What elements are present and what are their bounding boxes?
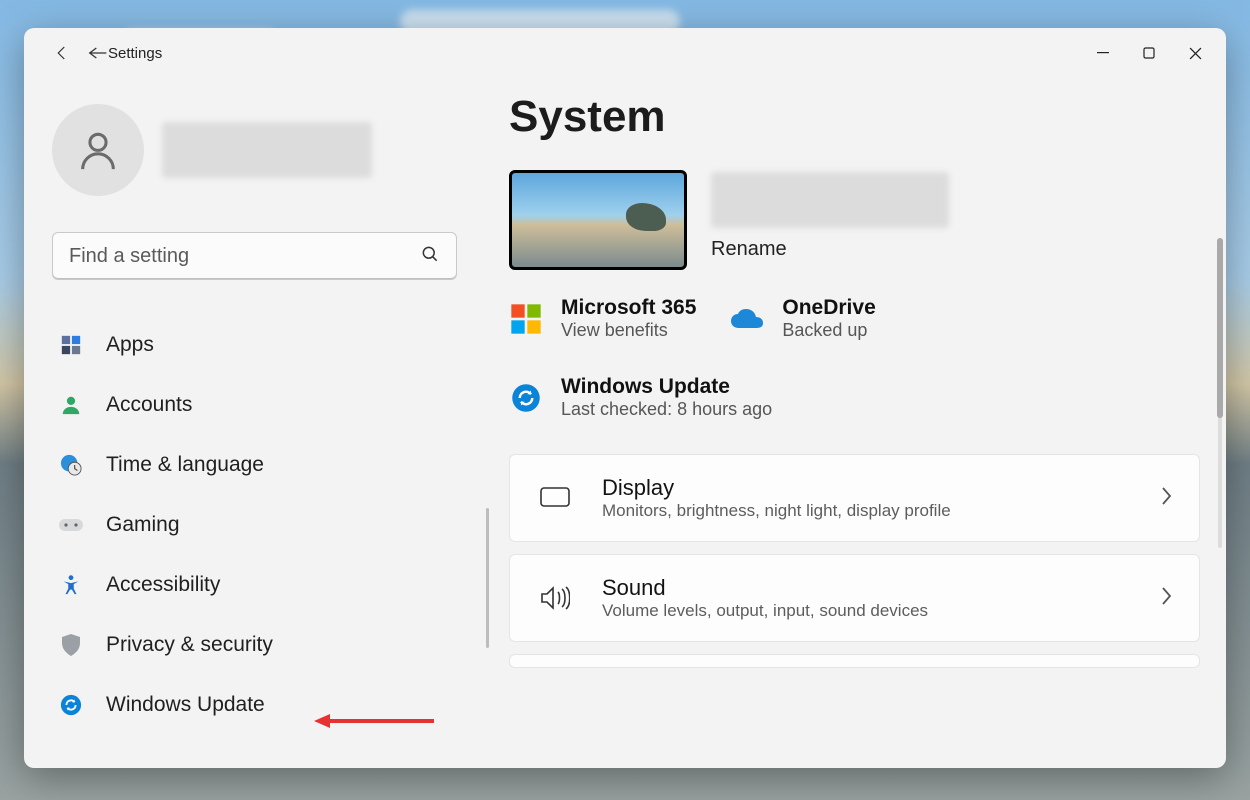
maximize-button[interactable]: [1126, 37, 1172, 69]
setting-sound[interactable]: Sound Volume levels, output, input, soun…: [509, 554, 1200, 642]
rename-link[interactable]: Rename: [711, 238, 949, 261]
search-box[interactable]: [52, 232, 457, 280]
app-title: Settings: [108, 45, 162, 62]
onedrive-icon: [730, 302, 764, 336]
card-microsoft365[interactable]: Microsoft 365 View benefits: [509, 296, 696, 341]
nav-label: Gaming: [106, 513, 180, 537]
search-icon: [420, 244, 440, 269]
device-thumbnail[interactable]: [509, 170, 687, 270]
setting-subtitle: Monitors, brightness, night light, displ…: [602, 501, 1131, 521]
nav-label: Privacy & security: [106, 633, 273, 657]
user-name-redacted: [162, 122, 372, 178]
page-heading: System: [509, 92, 1200, 142]
nav-label: Windows Update: [106, 693, 265, 717]
globe-clock-icon: [58, 452, 84, 478]
minimize-button[interactable]: [1080, 37, 1126, 69]
sidebar-item-time-language[interactable]: Time & language: [52, 438, 471, 492]
setting-subtitle: Volume levels, output, input, sound devi…: [602, 601, 1131, 621]
sidebar-item-apps[interactable]: Apps: [52, 318, 471, 372]
card-onedrive[interactable]: OneDrive Backed up: [730, 296, 875, 341]
microsoft-logo-icon: [509, 302, 543, 336]
card-title: Microsoft 365: [561, 296, 696, 320]
avatar: [52, 104, 144, 196]
device-row: Rename: [509, 170, 1200, 270]
sidebar-item-accessibility[interactable]: Accessibility: [52, 558, 471, 612]
accessibility-icon: [58, 572, 84, 598]
card-title: OneDrive: [782, 296, 875, 320]
sidebar-item-windows-update[interactable]: Windows Update: [52, 678, 471, 732]
setting-title: Display: [602, 475, 1131, 501]
card-subtitle: View benefits: [561, 320, 696, 341]
gamepad-icon: [58, 512, 84, 538]
apps-icon: [58, 332, 84, 358]
update-sync-icon: [58, 692, 84, 718]
settings-window: Settings: [24, 28, 1226, 768]
nav-label: Time & language: [106, 453, 264, 477]
setting-partial[interactable]: [509, 654, 1200, 668]
chevron-right-icon: [1159, 486, 1173, 511]
profile-block[interactable]: [52, 104, 471, 196]
card-subtitle: Backed up: [782, 320, 875, 341]
setting-display[interactable]: Display Monitors, brightness, night ligh…: [509, 454, 1200, 542]
setting-title: Sound: [602, 575, 1131, 601]
titlebar: Settings: [24, 28, 1226, 78]
main-scrollbar-thumb[interactable]: [1217, 238, 1223, 418]
chevron-right-icon: [1159, 586, 1173, 611]
nav-list: Apps Accounts Time & language: [52, 318, 471, 732]
nav-label: Accessibility: [106, 573, 220, 597]
main-content: System Rename Microsoft 365 View benefit…: [489, 78, 1226, 768]
nav-label: Apps: [106, 333, 154, 357]
update-sync-icon: [509, 381, 543, 415]
sound-icon: [536, 586, 574, 610]
display-icon: [536, 487, 574, 509]
shield-icon: [58, 632, 84, 658]
search-input[interactable]: [69, 245, 420, 268]
back-arrow-icon: [88, 33, 108, 73]
device-name-redacted: [711, 172, 949, 228]
person-icon: [58, 392, 84, 418]
card-title: Windows Update: [561, 375, 772, 399]
sidebar-item-gaming[interactable]: Gaming: [52, 498, 471, 552]
sidebar: Apps Accounts Time & language: [24, 78, 489, 768]
card-subtitle: Last checked: 8 hours ago: [561, 399, 772, 420]
sidebar-item-privacy-security[interactable]: Privacy & security: [52, 618, 471, 672]
card-windows-update[interactable]: Windows Update Last checked: 8 hours ago: [509, 375, 1200, 420]
sidebar-item-accounts[interactable]: Accounts: [52, 378, 471, 432]
close-button[interactable]: [1172, 37, 1218, 69]
back-button[interactable]: [42, 33, 82, 73]
nav-label: Accounts: [106, 393, 192, 417]
